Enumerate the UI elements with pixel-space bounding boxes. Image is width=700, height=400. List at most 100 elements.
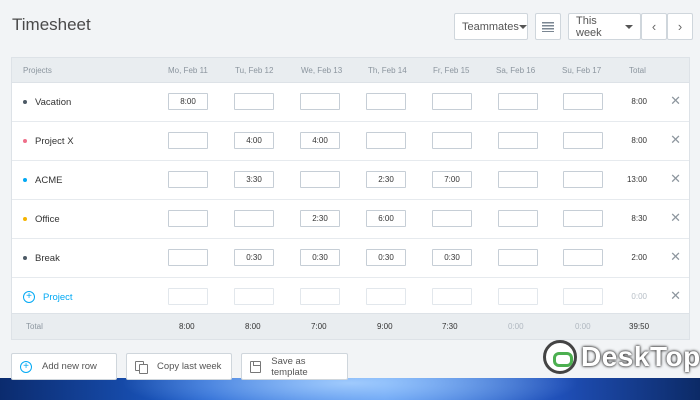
- time-entry-input[interactable]: [168, 288, 208, 305]
- project-color-dot: [23, 217, 27, 221]
- delete-row-icon[interactable]: ✕: [670, 94, 681, 107]
- time-entry-input[interactable]: [366, 132, 406, 149]
- footer-day-total: 0:00: [508, 322, 524, 331]
- time-entry-input[interactable]: [563, 249, 603, 266]
- new-project-row: + Project 0:00 ✕: [12, 278, 689, 317]
- time-entry-input[interactable]: [563, 288, 603, 305]
- time-entry-input[interactable]: [563, 171, 603, 188]
- row-total: 13:00: [626, 175, 647, 184]
- list-view-button[interactable]: [535, 13, 561, 40]
- time-entry-input[interactable]: 2:30: [366, 171, 406, 188]
- delete-row-icon[interactable]: ✕: [670, 133, 681, 146]
- day-column-header: Th, Feb 14: [368, 66, 407, 75]
- table-footer: Total 8:00 8:00 7:00 9:00 7:30 0:00 0:00…: [12, 313, 689, 339]
- week-selector-dropdown[interactable]: This week: [568, 13, 641, 40]
- time-entry-input[interactable]: [498, 249, 538, 266]
- delete-row-icon[interactable]: ✕: [670, 250, 681, 263]
- timesheet-table: Projects Mo, Feb 11 Tu, Feb 12 We, Feb 1…: [11, 57, 690, 340]
- total-column-header: Total: [629, 66, 646, 75]
- time-entry-input[interactable]: [563, 210, 603, 227]
- time-entry-input[interactable]: [432, 288, 472, 305]
- delete-row-icon[interactable]: ✕: [670, 211, 681, 224]
- time-entry-input[interactable]: 0:30: [234, 249, 274, 266]
- time-entry-input[interactable]: [432, 93, 472, 110]
- time-entry-input[interactable]: [366, 288, 406, 305]
- next-week-button[interactable]: ›: [667, 13, 693, 40]
- save-as-template-label: Save as template: [271, 355, 308, 378]
- time-entry-input[interactable]: 2:30: [300, 210, 340, 227]
- day-column-header: Mo, Feb 11: [168, 66, 208, 75]
- time-entry-input[interactable]: [366, 93, 406, 110]
- time-entry-input[interactable]: [300, 288, 340, 305]
- save-as-template-button[interactable]: Save as template: [241, 353, 348, 380]
- page-title: Timesheet: [12, 15, 91, 34]
- row-total: 2:00: [631, 253, 647, 262]
- chevron-left-icon: ‹: [651, 19, 657, 34]
- project-color-dot: [23, 100, 27, 104]
- chevron-down-icon: [518, 24, 527, 29]
- project-label: ACME: [35, 174, 63, 186]
- plus-circle-icon: +: [20, 360, 32, 373]
- list-icon: [542, 21, 554, 32]
- project-name: Project X: [23, 122, 74, 160]
- time-entry-input[interactable]: [234, 93, 274, 110]
- time-entry-input[interactable]: [300, 93, 340, 110]
- time-entry-input[interactable]: [168, 171, 208, 188]
- time-entry-input[interactable]: [563, 132, 603, 149]
- footer-day-total: 7:30: [442, 322, 458, 331]
- day-column-header: Sa, Feb 16: [496, 66, 536, 75]
- table-row: Break 0:30 0:30 0:30 0:30 2:00 ✕: [12, 239, 689, 278]
- time-entry-input[interactable]: 4:00: [300, 132, 340, 149]
- day-column-header: Fr, Feb 15: [433, 66, 470, 75]
- add-project-button[interactable]: + Project: [23, 278, 73, 316]
- day-column-header: Su, Feb 17: [562, 66, 602, 75]
- chevron-right-icon: ›: [677, 19, 683, 34]
- time-entry-input[interactable]: [498, 210, 538, 227]
- time-entry-input[interactable]: [234, 288, 274, 305]
- time-entry-input[interactable]: 0:30: [300, 249, 340, 266]
- time-entry-input[interactable]: [498, 171, 538, 188]
- table-row: ACME 3:30 2:30 7:00 13:00 ✕: [12, 161, 689, 200]
- delete-row-icon[interactable]: ✕: [670, 172, 681, 185]
- time-entry-input[interactable]: [234, 210, 274, 227]
- time-entry-input[interactable]: 6:00: [366, 210, 406, 227]
- time-entry-input[interactable]: [168, 210, 208, 227]
- table-row: Office 2:30 6:00 8:30 ✕: [12, 200, 689, 239]
- delete-row-icon[interactable]: ✕: [670, 289, 681, 302]
- previous-week-button[interactable]: ‹: [641, 13, 667, 40]
- add-project-label: Project: [43, 291, 73, 303]
- teammates-dropdown[interactable]: Teammates: [454, 13, 528, 40]
- add-new-row-button[interactable]: + Add new row: [11, 353, 117, 380]
- time-entry-input[interactable]: [498, 288, 538, 305]
- time-entry-input[interactable]: [432, 132, 472, 149]
- project-label: Vacation: [35, 96, 72, 108]
- time-entry-input[interactable]: [498, 132, 538, 149]
- time-entry-input[interactable]: [168, 249, 208, 266]
- table-row: Project X 4:00 4:00 8:00 ✕: [12, 122, 689, 161]
- projects-column-header: Projects: [23, 66, 52, 75]
- time-entry-input[interactable]: 3:30: [234, 171, 274, 188]
- copy-last-week-button[interactable]: Copy last week: [126, 353, 232, 380]
- time-entry-input[interactable]: 0:30: [366, 249, 406, 266]
- project-label: Break: [35, 252, 60, 264]
- project-label: Office: [35, 213, 60, 225]
- time-entry-input[interactable]: [498, 93, 538, 110]
- row-total: 8:00: [631, 97, 647, 106]
- time-entry-input[interactable]: [563, 93, 603, 110]
- copy-last-week-label: Copy last week: [157, 361, 222, 372]
- project-color-dot: [23, 256, 27, 260]
- time-entry-input[interactable]: [168, 132, 208, 149]
- time-entry-input[interactable]: 7:00: [432, 171, 472, 188]
- row-total: 8:30: [631, 214, 647, 223]
- chevron-down-icon: [625, 24, 633, 29]
- footer-day-total: 7:00: [311, 322, 327, 331]
- plus-circle-icon: +: [23, 291, 35, 303]
- time-entry-input[interactable]: 8:00: [168, 93, 208, 110]
- footer-day-total: 0:00: [575, 322, 591, 331]
- time-entry-input[interactable]: 0:30: [432, 249, 472, 266]
- time-entry-input[interactable]: [432, 210, 472, 227]
- table-header: Projects Mo, Feb 11 Tu, Feb 12 We, Feb 1…: [12, 58, 689, 83]
- time-entry-input[interactable]: 4:00: [234, 132, 274, 149]
- time-entry-input[interactable]: [300, 171, 340, 188]
- project-name: Vacation: [23, 83, 71, 121]
